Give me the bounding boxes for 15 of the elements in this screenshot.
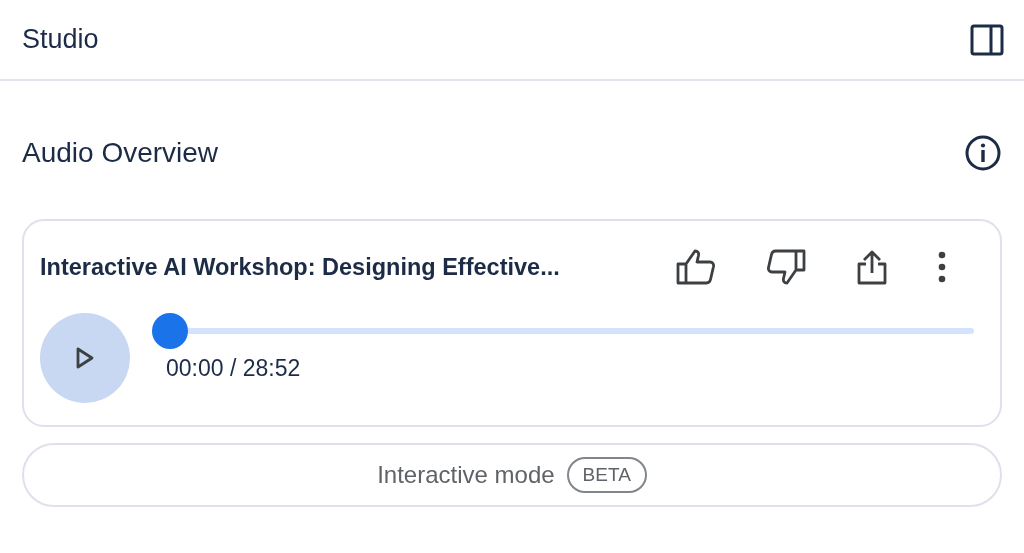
panel-title: Studio — [22, 24, 99, 55]
thumbs-down-icon[interactable] — [766, 249, 806, 285]
slider-thumb[interactable] — [152, 313, 188, 349]
share-icon[interactable] — [856, 249, 888, 285]
play-icon — [75, 346, 95, 370]
side-panel-icon[interactable] — [970, 22, 1004, 57]
section-title: Audio Overview — [22, 137, 219, 169]
progress-slider[interactable] — [152, 313, 974, 349]
thumbs-up-icon[interactable] — [676, 249, 716, 285]
more-options-icon[interactable] — [938, 251, 946, 283]
audio-title: Interactive AI Workshop: Designing Effective... — [40, 253, 560, 281]
info-icon[interactable] — [964, 134, 1002, 172]
interactive-mode-button[interactable]: Interactive mode BETA — [22, 443, 1002, 507]
beta-badge: BETA — [566, 457, 647, 493]
playback-time: 00:00 / 28:52 — [166, 355, 301, 382]
